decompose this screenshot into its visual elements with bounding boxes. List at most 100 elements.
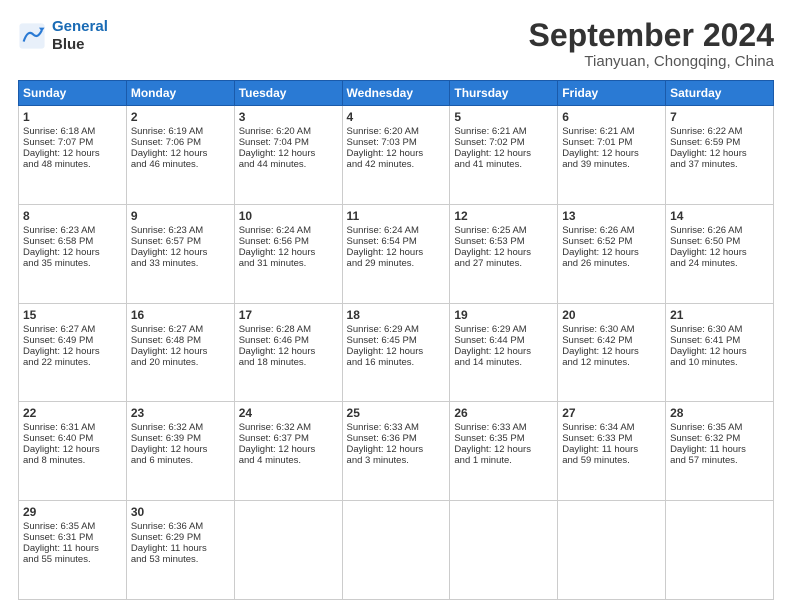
calendar-header-sunday: Sunday [19,81,127,106]
cell-line: Sunrise: 6:36 AM [131,521,230,532]
cell-line: Sunrise: 6:35 AM [23,521,122,532]
cell-line: Sunrise: 6:20 AM [347,126,446,137]
calendar-cell: 21Sunrise: 6:30 AMSunset: 6:41 PMDayligh… [666,303,774,402]
cell-line: Sunset: 6:36 PM [347,433,446,444]
cell-line: Sunrise: 6:21 AM [562,126,661,137]
calendar-cell [342,501,450,600]
cell-line: Sunset: 7:06 PM [131,137,230,148]
cell-line: and 16 minutes. [347,357,446,368]
calendar-cell: 17Sunrise: 6:28 AMSunset: 6:46 PMDayligh… [234,303,342,402]
calendar-header-monday: Monday [126,81,234,106]
day-number: 18 [347,308,446,322]
cell-line: and 24 minutes. [670,258,769,269]
day-number: 14 [670,209,769,223]
cell-line: and 18 minutes. [239,357,338,368]
cell-line: Sunset: 6:53 PM [454,236,553,247]
day-number: 1 [23,110,122,124]
day-number: 16 [131,308,230,322]
cell-line: Daylight: 12 hours [23,346,122,357]
cell-line: Sunset: 6:59 PM [670,137,769,148]
calendar-cell [558,501,666,600]
day-number: 30 [131,505,230,519]
cell-line: and 37 minutes. [670,159,769,170]
cell-line: Sunset: 6:32 PM [670,433,769,444]
cell-line: and 4 minutes. [239,455,338,466]
cell-line: and 8 minutes. [23,455,122,466]
cell-line: and 59 minutes. [562,455,661,466]
calendar-cell [234,501,342,600]
cell-line: Sunrise: 6:27 AM [23,324,122,335]
cell-line: Sunrise: 6:22 AM [670,126,769,137]
day-number: 5 [454,110,553,124]
cell-line: Daylight: 12 hours [454,247,553,258]
cell-line: and 39 minutes. [562,159,661,170]
day-number: 11 [347,209,446,223]
cell-line: and 29 minutes. [347,258,446,269]
cell-line: Sunset: 6:50 PM [670,236,769,247]
calendar-cell: 5Sunrise: 6:21 AMSunset: 7:02 PMDaylight… [450,106,558,205]
calendar-cell [666,501,774,600]
calendar-cell: 29Sunrise: 6:35 AMSunset: 6:31 PMDayligh… [19,501,127,600]
calendar-cell: 20Sunrise: 6:30 AMSunset: 6:42 PMDayligh… [558,303,666,402]
cell-line: Daylight: 12 hours [23,148,122,159]
cell-line: Daylight: 12 hours [239,444,338,455]
day-number: 12 [454,209,553,223]
cell-line: Daylight: 12 hours [562,346,661,357]
calendar-cell: 7Sunrise: 6:22 AMSunset: 6:59 PMDaylight… [666,106,774,205]
cell-line: and 35 minutes. [23,258,122,269]
cell-line: Daylight: 12 hours [131,247,230,258]
cell-line: Sunrise: 6:26 AM [670,225,769,236]
day-number: 2 [131,110,230,124]
cell-line: Sunset: 7:04 PM [239,137,338,148]
calendar-week-5: 29Sunrise: 6:35 AMSunset: 6:31 PMDayligh… [19,501,774,600]
cell-line: Sunset: 6:58 PM [23,236,122,247]
calendar-cell: 18Sunrise: 6:29 AMSunset: 6:45 PMDayligh… [342,303,450,402]
calendar-cell: 12Sunrise: 6:25 AMSunset: 6:53 PMDayligh… [450,204,558,303]
cell-line: Sunrise: 6:32 AM [239,422,338,433]
cell-line: Sunrise: 6:31 AM [23,422,122,433]
cell-line: Sunset: 6:56 PM [239,236,338,247]
logo: General Blue [18,18,108,54]
calendar-cell [450,501,558,600]
cell-line: Sunrise: 6:30 AM [670,324,769,335]
cell-line: and 48 minutes. [23,159,122,170]
cell-line: Daylight: 12 hours [347,444,446,455]
cell-line: and 53 minutes. [131,554,230,565]
cell-line: Sunset: 6:52 PM [562,236,661,247]
cell-line: Daylight: 12 hours [670,346,769,357]
calendar-cell: 26Sunrise: 6:33 AMSunset: 6:35 PMDayligh… [450,402,558,501]
calendar-cell: 15Sunrise: 6:27 AMSunset: 6:49 PMDayligh… [19,303,127,402]
calendar-cell: 10Sunrise: 6:24 AMSunset: 6:56 PMDayligh… [234,204,342,303]
calendar-cell: 1Sunrise: 6:18 AMSunset: 7:07 PMDaylight… [19,106,127,205]
cell-line: and 33 minutes. [131,258,230,269]
logo-icon [18,22,46,50]
cell-line: Daylight: 11 hours [562,444,661,455]
cell-line: Sunrise: 6:29 AM [347,324,446,335]
cell-line: Sunrise: 6:23 AM [131,225,230,236]
day-number: 26 [454,406,553,420]
logo-line2: Blue [52,36,108,54]
cell-line: and 42 minutes. [347,159,446,170]
header: General Blue September 2024 Tianyuan, Ch… [18,18,774,70]
day-number: 27 [562,406,661,420]
cell-line: Daylight: 12 hours [454,444,553,455]
location: Tianyuan, Chongqing, China [529,53,774,70]
cell-line: and 14 minutes. [454,357,553,368]
cell-line: and 22 minutes. [23,357,122,368]
title-block: September 2024 Tianyuan, Chongqing, Chin… [529,18,774,70]
calendar-cell: 27Sunrise: 6:34 AMSunset: 6:33 PMDayligh… [558,402,666,501]
cell-line: Daylight: 12 hours [239,148,338,159]
cell-line: and 26 minutes. [562,258,661,269]
cell-line: Sunrise: 6:35 AM [670,422,769,433]
cell-line: Sunset: 7:01 PM [562,137,661,148]
day-number: 4 [347,110,446,124]
calendar-week-3: 15Sunrise: 6:27 AMSunset: 6:49 PMDayligh… [19,303,774,402]
cell-line: Sunrise: 6:24 AM [347,225,446,236]
cell-line: Sunrise: 6:27 AM [131,324,230,335]
cell-line: Sunrise: 6:33 AM [454,422,553,433]
cell-line: Daylight: 12 hours [454,346,553,357]
cell-line: Daylight: 12 hours [347,148,446,159]
cell-line: Sunset: 6:44 PM [454,335,553,346]
day-number: 10 [239,209,338,223]
cell-line: and 46 minutes. [131,159,230,170]
